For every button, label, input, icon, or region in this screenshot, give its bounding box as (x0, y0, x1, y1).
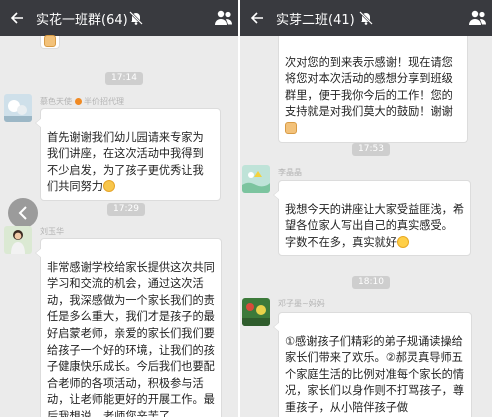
cake-emoji-icon (285, 121, 297, 134)
left-titlebar: 实花一班群(64) (0, 0, 238, 36)
sender-name: 李晶晶 (278, 168, 302, 177)
sender-name: 邓子墨~妈妈 (278, 299, 325, 308)
mute-bell-icon (358, 10, 374, 26)
timestamp-chip: 17:14 (105, 72, 143, 85)
timestamp-chip: 17:53 (352, 143, 390, 156)
message-bubble[interactable]: 非常感谢学校给家长提供这次共同学习和交流的机会，通过这次活动，我深感做为一个家长… (35, 238, 222, 417)
left-chat-title: 实花一班群(64) (36, 13, 128, 28)
cake-emoji-icon (44, 35, 56, 47)
smile-emoji-icon (102, 180, 115, 193)
back-arrow-icon[interactable] (246, 5, 268, 31)
kiss-emoji-icon (396, 235, 409, 248)
timestamp-chip: 17:29 (107, 203, 145, 216)
message-bubble[interactable]: 首先谢谢我们幼儿园请来专家为我们讲座，在这次活动中我得到不少启发，为了孩子更优秀… (35, 108, 221, 201)
group-members-icon[interactable] (468, 9, 488, 27)
sender-name: 刘玉华 (40, 227, 64, 236)
right-chat-window: 实芽二班(41) 次对您的到来表示感谢！现在请您将您对本次活动的感想分享到班级群… (240, 0, 492, 417)
mute-bell-icon (128, 10, 144, 26)
group-members-icon[interactable] (214, 9, 234, 27)
vip-badge-icon (75, 98, 82, 105)
back-arrow-icon[interactable] (6, 5, 28, 31)
message-bubble[interactable]: 次对您的到来表示感谢！现在请您将您对本次活动的感想分享到班级群里，便于我你今后的… (278, 36, 468, 143)
message-bubble[interactable]: 我想今天的讲座让大家受益匪浅，希望各位家人写出自己的真实感受。 字数不在多，真实… (273, 180, 471, 257)
chevron-left-icon (18, 206, 27, 220)
left-chat-window: 实花一班群(64) 17:14 慕色天使 半价招代理 首先谢谢我们幼儿园请来专家… (0, 0, 238, 417)
scroll-back-button[interactable] (8, 198, 38, 228)
avatar[interactable] (242, 165, 270, 193)
message-bubble[interactable]: ①感谢孩子们精彩的弟子规诵读操给家长们带来了欢乐。②郝灵真导师五个家庭生活的比例… (273, 312, 472, 417)
avatar[interactable] (4, 226, 32, 254)
avatar[interactable] (242, 298, 270, 326)
timestamp-chip: 18:10 (352, 276, 390, 289)
message-bubble-cutoff (40, 35, 60, 49)
right-chat-title: 实芽二班(41) (276, 13, 355, 28)
avatar[interactable] (4, 94, 32, 122)
sender-name: 慕色天使 半价招代理 (40, 97, 124, 106)
right-titlebar: 实芽二班(41) (240, 0, 492, 36)
